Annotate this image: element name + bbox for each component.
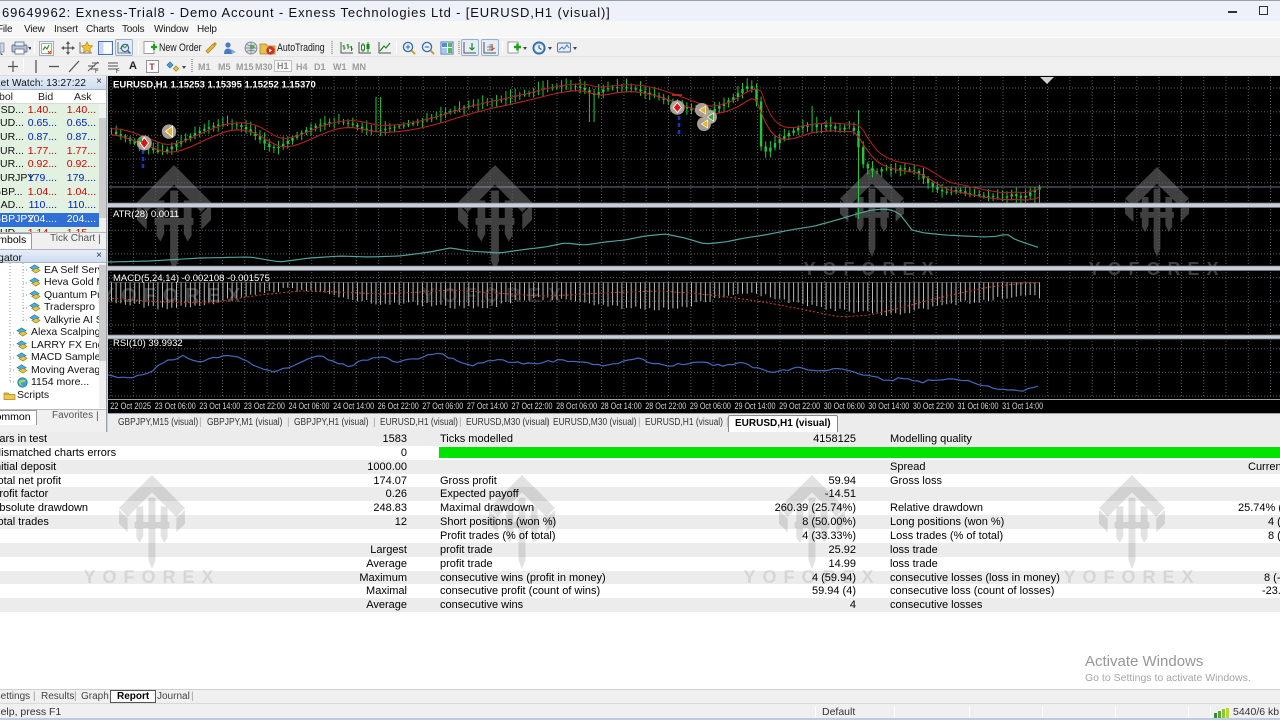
svg-text:YOFOREX: YOFOREX — [83, 567, 220, 587]
svg-text:YOFOREX: YOFOREX — [108, 285, 247, 307]
svg-text:28 Oct 06:00: 28 Oct 06:00 — [556, 401, 597, 411]
svg-text:27 Oct 06:00: 27 Oct 06:00 — [422, 401, 463, 411]
svg-text:EURUSD,H1 1.15253 1.15395 1.1: EURUSD,H1 1.15253 1.15395 1.15252 1.1537… — [113, 80, 316, 91]
svg-text:30 Oct 06:00: 30 Oct 06:00 — [824, 401, 865, 411]
svg-text:23 Oct 22:00: 23 Oct 22:00 — [244, 401, 285, 411]
svg-text:F: F — [116, 69, 120, 73]
svg-text:29 Oct 14:00: 29 Oct 14:00 — [735, 401, 776, 411]
svg-text:30 Oct 22:00: 30 Oct 22:00 — [913, 401, 954, 411]
svg-text:28 Oct 22:00: 28 Oct 22:00 — [645, 401, 686, 411]
svg-text:YOFOREX: YOFOREX — [1063, 567, 1200, 587]
svg-text:22 Oct 2025: 22 Oct 2025 — [110, 401, 151, 411]
svg-text:ATR(28) 0.0011: ATR(28) 0.0011 — [113, 209, 179, 220]
svg-text:30 Oct 14:00: 30 Oct 14:00 — [868, 401, 909, 411]
svg-text:27 Oct 14:00: 27 Oct 14:00 — [467, 401, 508, 411]
svg-text:YOFOREX: YOFOREX — [422, 285, 569, 307]
svg-text:23 Oct 06:00: 23 Oct 06:00 — [155, 401, 196, 411]
svg-text:23 Oct 14:00: 23 Oct 14:00 — [199, 401, 240, 411]
svg-text:T: T — [149, 62, 155, 72]
svg-text:27 Oct 22:00: 27 Oct 22:00 — [512, 401, 553, 411]
svg-text:MACD(5,24,14) -0.002108 -0.001: MACD(5,24,14) -0.002108 -0.001575 — [113, 273, 270, 284]
svg-text:24 Oct 06:00: 24 Oct 06:00 — [289, 401, 330, 411]
svg-text:29 Oct 06:00: 29 Oct 06:00 — [690, 401, 731, 411]
svg-text:28 Oct 14:00: 28 Oct 14:00 — [601, 401, 642, 411]
svg-text:29 Oct 22:00: 29 Oct 22:00 — [779, 401, 820, 411]
svg-text:F: F — [95, 69, 99, 73]
svg-text:26 Oct 22:00: 26 Oct 22:00 — [378, 401, 419, 411]
svg-text:YOFOREX: YOFOREX — [743, 567, 880, 587]
svg-text:24 Oct 14:00: 24 Oct 14:00 — [333, 401, 374, 411]
svg-text:31 Oct 06:00: 31 Oct 06:00 — [958, 401, 999, 411]
svg-text:31 Oct 14:00: 31 Oct 14:00 — [1002, 401, 1043, 411]
svg-text:RSI(10) 39.9932: RSI(10) 39.9932 — [113, 338, 183, 349]
